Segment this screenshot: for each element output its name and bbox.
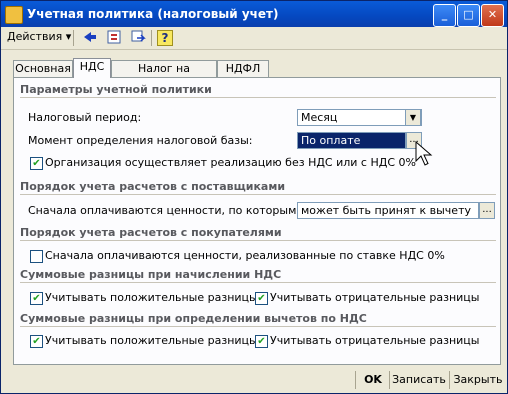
toolbar-separator xyxy=(151,30,152,46)
deduction-positive-checkbox[interactable]: ✔ xyxy=(30,335,43,348)
toolbar: Действия ▾ ? xyxy=(1,27,507,50)
no-vat-checkbox[interactable]: ✔ xyxy=(30,157,43,170)
dialog-footer: OK Записать Закрыть xyxy=(1,367,507,393)
maximize-button[interactable]: □ xyxy=(457,4,480,27)
section-divider xyxy=(20,326,496,327)
tax-period-label: Налоговый период: xyxy=(28,111,142,124)
accrual-positive-label: Учитывать положительные разницы xyxy=(45,291,258,304)
footer-separator xyxy=(449,371,450,389)
tab-main[interactable]: Основная xyxy=(13,60,73,77)
move-icon[interactable] xyxy=(129,29,147,47)
section-header: Параметры учетной политики xyxy=(20,83,212,96)
deduction-negative-label: Учитывать отрицательные разницы xyxy=(270,334,480,347)
toolbar-separator xyxy=(73,30,74,46)
section-header: Порядок учета расчетов с поставщиками xyxy=(20,180,286,193)
actions-menu-label: Действия xyxy=(7,30,63,43)
section-divider xyxy=(20,240,496,241)
tax-period-select[interactable]: Месяц xyxy=(297,109,422,126)
section-divider xyxy=(20,282,496,283)
buyers-order-checkbox[interactable] xyxy=(30,250,43,263)
mouse-cursor-icon xyxy=(415,141,433,166)
tab-profit-tax[interactable]: Налог на прибыль xyxy=(111,60,217,90)
section-header: Суммовые разницы при начислении НДС xyxy=(20,268,282,281)
suppliers-order-select-button[interactable]: ... xyxy=(479,202,495,219)
section-divider xyxy=(20,97,496,98)
section-header: Суммовые разницы при определении вычетов… xyxy=(20,312,367,325)
tax-base-label: Момент определения налоговой базы: xyxy=(28,134,253,147)
help-icon[interactable]: ? xyxy=(157,30,173,46)
tab-income-tax[interactable]: НДФЛ xyxy=(217,60,269,77)
suppliers-order-field[interactable]: может быть принят к вычету xyxy=(297,202,479,219)
window-title: Учетная политика (налоговый учет) xyxy=(27,7,279,21)
save-button[interactable]: Записать xyxy=(392,370,446,390)
chevron-down-icon[interactable]: ▼ xyxy=(405,109,421,126)
buyers-order-checkbox-label: Сначала оплачиваются ценности, реализова… xyxy=(45,249,445,262)
chevron-down-icon: ▾ xyxy=(65,30,72,43)
close-window-button[interactable]: ✕ xyxy=(481,4,504,27)
tax-base-field[interactable]: По оплате xyxy=(297,132,406,149)
vat-tab-panel: Параметры учетной политики Налоговый пер… xyxy=(13,77,501,365)
actions-menu[interactable]: Действия ▾ xyxy=(7,30,71,43)
accrual-negative-label: Учитывать отрицательные разницы xyxy=(270,291,480,304)
no-vat-checkbox-label: Организация осуществляет реализацию без … xyxy=(45,156,416,169)
refresh-icon[interactable] xyxy=(105,29,123,47)
footer-separator xyxy=(355,371,356,389)
deduction-negative-checkbox[interactable]: ✔ xyxy=(255,335,268,348)
suppliers-order-label: Сначала оплачиваются ценности, по которы… xyxy=(28,204,325,217)
close-button[interactable]: Закрыть xyxy=(452,370,504,390)
tab-vat[interactable]: НДС xyxy=(73,58,111,78)
accrual-positive-checkbox[interactable]: ✔ xyxy=(30,292,43,305)
footer-separator xyxy=(389,371,390,389)
accrual-negative-checkbox[interactable]: ✔ xyxy=(255,292,268,305)
minimize-button[interactable]: _ xyxy=(433,4,456,27)
ok-button[interactable]: OK xyxy=(359,370,387,390)
deduction-positive-label: Учитывать положительные разницы xyxy=(45,334,258,347)
back-arrow-icon[interactable] xyxy=(81,29,99,47)
section-divider xyxy=(20,194,496,195)
dialog-window: Учетная политика (налоговый учет) _ □ ✕ … xyxy=(0,0,508,394)
app-icon xyxy=(5,6,23,24)
section-header: Порядок учета расчетов с покупателями xyxy=(20,226,282,239)
title-bar: Учетная политика (налоговый учет) _ □ ✕ xyxy=(1,1,507,27)
